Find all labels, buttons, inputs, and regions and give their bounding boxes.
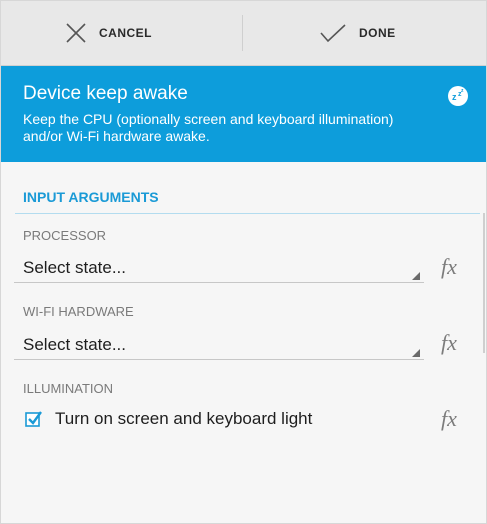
action-bar: CANCEL DONE [1,1,486,66]
sleep-zz-icon: z z z [448,86,468,106]
checkmark-icon [320,24,346,43]
illumination-label: ILLUMINATION [23,381,114,396]
section-divider [15,213,480,214]
processor-select[interactable]: Select state... [14,256,424,283]
action-separator [242,15,243,51]
wifi-select-value: Select state... [23,335,126,354]
page-title: Device keep awake [23,83,188,104]
illumination-fx-icon[interactable]: fx [441,406,457,432]
wifi-label: WI-FI HARDWARE [23,304,134,319]
dropdown-corner-icon [412,349,420,357]
processor-label: PROCESSOR [23,228,107,243]
action-description: Keep the CPU (optionally screen and keyb… [23,111,394,144]
processor-select-value: Select state... [23,258,126,277]
wifi-select[interactable]: Select state... [14,333,424,360]
dropdown-corner-icon [412,272,420,280]
close-icon [66,23,86,43]
done-button[interactable]: DONE [319,1,396,65]
processor-fx-icon[interactable]: fx [441,254,457,280]
wifi-fx-icon[interactable]: fx [441,330,457,356]
action-header: Device keep awake Keep the CPU (optional… [1,66,486,162]
done-label: DONE [359,26,396,40]
section-title: INPUT ARGUMENTS [23,189,159,205]
cancel-label: CANCEL [99,26,152,40]
illumination-checkbox[interactable] [25,410,43,428]
cancel-button[interactable]: CANCEL [65,1,152,65]
illumination-checkbox-label[interactable]: Turn on screen and keyboard light [55,409,312,429]
svg-text:z: z [452,92,457,102]
dialog-screen: CANCEL DONE Device keep awake Keep the C… [0,0,487,524]
scroll-indicator[interactable] [483,213,485,353]
